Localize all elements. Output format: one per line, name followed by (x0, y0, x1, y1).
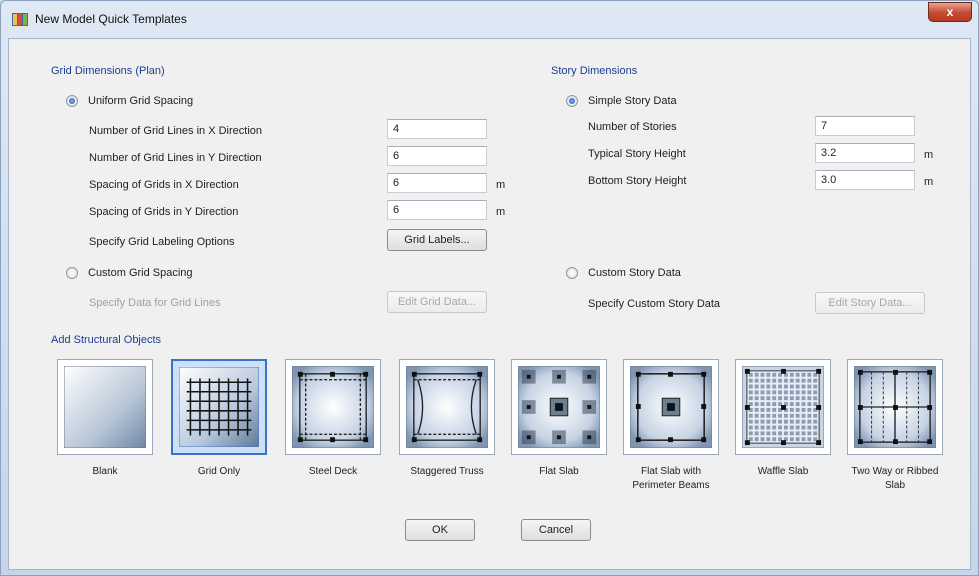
grid-dimensions-title: Grid Dimensions (Plan) (51, 65, 165, 77)
tile-label: Grid Only (197, 466, 241, 477)
template-blank[interactable] (57, 359, 153, 455)
flat-slab-perimeter-beams-icon (630, 366, 712, 448)
steel-deck-icon (292, 366, 374, 448)
radio-button-selected[interactable] (66, 95, 78, 107)
spacing-x-input[interactable]: 6 (387, 173, 487, 193)
grid-lines-y-input[interactable]: 6 (387, 146, 487, 166)
template-flat-slab[interactable] (511, 359, 607, 455)
story-dimensions-title: Story Dimensions (551, 65, 638, 77)
grid-labels-button[interactable]: Grid Labels... (387, 229, 487, 251)
number-of-stories-input[interactable]: 7 (815, 116, 915, 136)
cancel-button[interactable]: Cancel (521, 519, 591, 541)
dialog-window: New Model Quick Templates x Grid Dimensi… (0, 0, 979, 576)
grid-lines-x-label: Number of Grid Lines in X Direction (89, 125, 263, 137)
typical-story-height-label: Typical Story Height (588, 148, 686, 160)
two-way-ribbed-slab-icon (854, 366, 936, 448)
tile-label: Two Way or Ribbed Slab (851, 466, 939, 491)
template-steel-deck[interactable] (285, 359, 381, 455)
ok-button[interactable]: OK (405, 519, 475, 541)
bottom-story-height-input[interactable]: 3.0 (815, 170, 915, 190)
grid-lines-y-label: Number of Grid Lines in Y Direction (89, 152, 262, 164)
grid-data-label: Specify Data for Grid Lines (89, 297, 221, 309)
tile-label: Steel Deck (308, 466, 358, 477)
typical-story-height-unit: m (924, 149, 934, 161)
bottom-story-height-unit: m (924, 176, 934, 188)
custom-story-data-label: Specify Custom Story Data (588, 298, 721, 310)
template-two-way-ribbed-slab[interactable] (847, 359, 943, 455)
close-button[interactable]: x (928, 2, 972, 22)
tile-label: Flat Slab with Perimeter Beams (632, 466, 710, 491)
grid-labeling-label: Specify Grid Labeling Options (89, 236, 235, 248)
blank-icon (64, 366, 146, 448)
window-title: New Model Quick Templates (35, 12, 187, 26)
simple-story-radio[interactable]: Simple Story Data (566, 95, 677, 107)
spacing-y-label: Spacing of Grids in Y Direction (89, 206, 239, 218)
tile-label: Waffle Slab (757, 466, 809, 477)
waffle-slab-icon (742, 366, 824, 448)
template-waffle-slab[interactable] (735, 359, 831, 455)
title-bar[interactable]: New Model Quick Templates x (1, 1, 978, 37)
radio-button[interactable] (566, 267, 578, 279)
close-icon: x (946, 5, 954, 19)
edit-story-data-button[interactable]: Edit Story Data... (815, 292, 925, 314)
staggered-truss-icon (406, 366, 488, 448)
tile-label: Flat Slab (539, 466, 579, 477)
number-of-stories-label: Number of Stories (588, 121, 677, 133)
custom-story-label: Custom Story Data (588, 267, 681, 279)
custom-grid-label: Custom Grid Spacing (88, 267, 193, 279)
uniform-grid-label: Uniform Grid Spacing (88, 95, 194, 107)
template-grid-only[interactable] (171, 359, 267, 455)
spacing-y-unit: m (496, 206, 506, 218)
spacing-y-input[interactable]: 6 (387, 200, 487, 220)
template-staggered-truss[interactable] (399, 359, 495, 455)
simple-story-label: Simple Story Data (588, 95, 677, 107)
custom-grid-radio[interactable]: Custom Grid Spacing (66, 267, 193, 279)
radio-button[interactable] (66, 267, 78, 279)
custom-story-radio[interactable]: Custom Story Data (566, 267, 681, 279)
spacing-x-label: Spacing of Grids in X Direction (89, 179, 239, 191)
tile-label: Blank (92, 466, 118, 477)
bottom-story-height-label: Bottom Story Height (588, 175, 687, 187)
tile-label: Staggered Truss (410, 466, 484, 477)
app-icon (12, 13, 28, 26)
radio-button-selected[interactable] (566, 95, 578, 107)
typical-story-height-input[interactable]: 3.2 (815, 143, 915, 163)
edit-grid-data-button[interactable]: Edit Grid Data... (387, 291, 487, 313)
add-structural-objects-title: Add Structural Objects (51, 334, 162, 346)
grid-lines-x-input[interactable]: 4 (387, 119, 487, 139)
dialog-client-area: Grid Dimensions (Plan) Uniform Grid Spac… (8, 38, 971, 570)
grid-only-icon (179, 367, 259, 447)
uniform-grid-radio[interactable]: Uniform Grid Spacing (66, 95, 193, 107)
flat-slab-icon (518, 366, 600, 448)
template-flat-slab-perimeter-beams[interactable] (623, 359, 719, 455)
spacing-x-unit: m (496, 179, 506, 191)
